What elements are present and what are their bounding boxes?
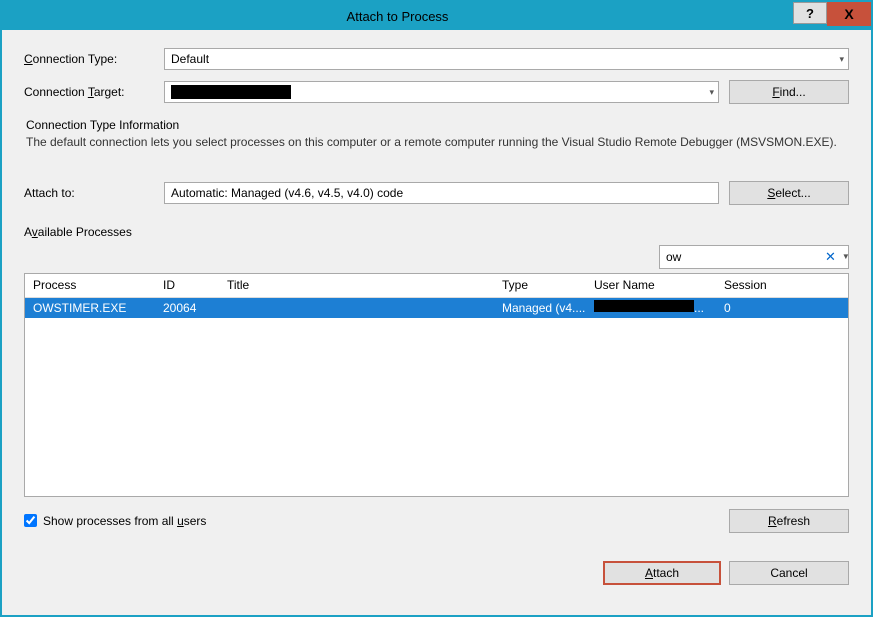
connection-type-value: Default [171, 52, 209, 66]
dropdown-arrow-icon: ▾ [839, 54, 844, 65]
cancel-button[interactable]: Cancel [729, 561, 849, 585]
filter-box[interactable]: ✕ ▼ [659, 245, 849, 269]
processes-table: Process ID Title Type User Name Session … [24, 273, 849, 497]
cell-type: Managed (v4.... [494, 301, 586, 315]
help-button[interactable]: ? [793, 2, 827, 24]
attach-to-value: Automatic: Managed (v4.6, v4.5, v4.0) co… [171, 186, 403, 200]
dialog-buttons: Attach Cancel [24, 561, 849, 601]
connection-target-dropdown[interactable]: ▾ [164, 81, 719, 103]
show-all-users-label: Show processes from all users [43, 514, 206, 528]
connection-type-info: Connection Type Information The default … [24, 118, 849, 151]
show-all-users-input[interactable] [24, 514, 37, 527]
refresh-button[interactable]: Refresh [729, 509, 849, 533]
info-title: Connection Type Information [26, 118, 849, 132]
window-title: Attach to Process [2, 9, 793, 24]
col-type[interactable]: Type [494, 278, 586, 292]
col-id[interactable]: ID [155, 278, 219, 292]
filter-dropdown-icon[interactable]: ▼ [840, 252, 852, 261]
connection-target-row: Connection Target: ▾ Find... [24, 80, 849, 104]
filter-input[interactable] [666, 250, 821, 264]
table-header: Process ID Title Type User Name Session [25, 274, 848, 298]
cell-username: ... [586, 300, 716, 315]
filter-row: ✕ ▼ [24, 245, 849, 269]
find-button[interactable]: Find... [729, 80, 849, 104]
col-process[interactable]: Process [25, 278, 155, 292]
clear-filter-icon[interactable]: ✕ [821, 249, 840, 265]
dropdown-arrow-icon: ▾ [709, 87, 714, 98]
info-text: The default connection lets you select p… [26, 134, 849, 151]
attach-button[interactable]: Attach [603, 561, 721, 585]
close-button[interactable]: X [827, 2, 871, 26]
show-all-users-checkbox[interactable]: Show processes from all users [24, 514, 206, 528]
cell-id: 20064 [155, 301, 219, 315]
attach-to-label: Attach to: [24, 186, 164, 200]
dialog-content: Connection Type: Default ▾ Connection Ta… [2, 30, 871, 615]
available-processes-label: Available Processes [24, 225, 849, 239]
below-table-row: Show processes from all users Refresh [24, 509, 849, 533]
cell-process: OWSTIMER.EXE [25, 301, 155, 315]
col-username[interactable]: User Name [586, 278, 716, 292]
select-button[interactable]: Select... [729, 181, 849, 205]
connection-target-value [171, 85, 291, 99]
titlebar: Attach to Process ? X [2, 2, 871, 30]
col-title[interactable]: Title [219, 278, 494, 292]
table-row[interactable]: OWSTIMER.EXE 20064 Managed (v4.... ... 0 [25, 298, 848, 318]
connection-target-label: Connection Target: [24, 85, 164, 99]
connection-type-row: Connection Type: Default ▾ [24, 48, 849, 70]
connection-type-dropdown[interactable]: Default ▾ [164, 48, 849, 70]
attach-to-field: Automatic: Managed (v4.6, v4.5, v4.0) co… [164, 182, 719, 204]
titlebar-buttons: ? X [793, 2, 871, 30]
attach-to-process-dialog: Attach to Process ? X Connection Type: D… [0, 0, 873, 617]
connection-type-label: Connection Type: [24, 52, 164, 66]
attach-to-row: Attach to: Automatic: Managed (v4.6, v4.… [24, 181, 849, 205]
col-session[interactable]: Session [716, 278, 848, 292]
cell-session: 0 [716, 301, 848, 315]
